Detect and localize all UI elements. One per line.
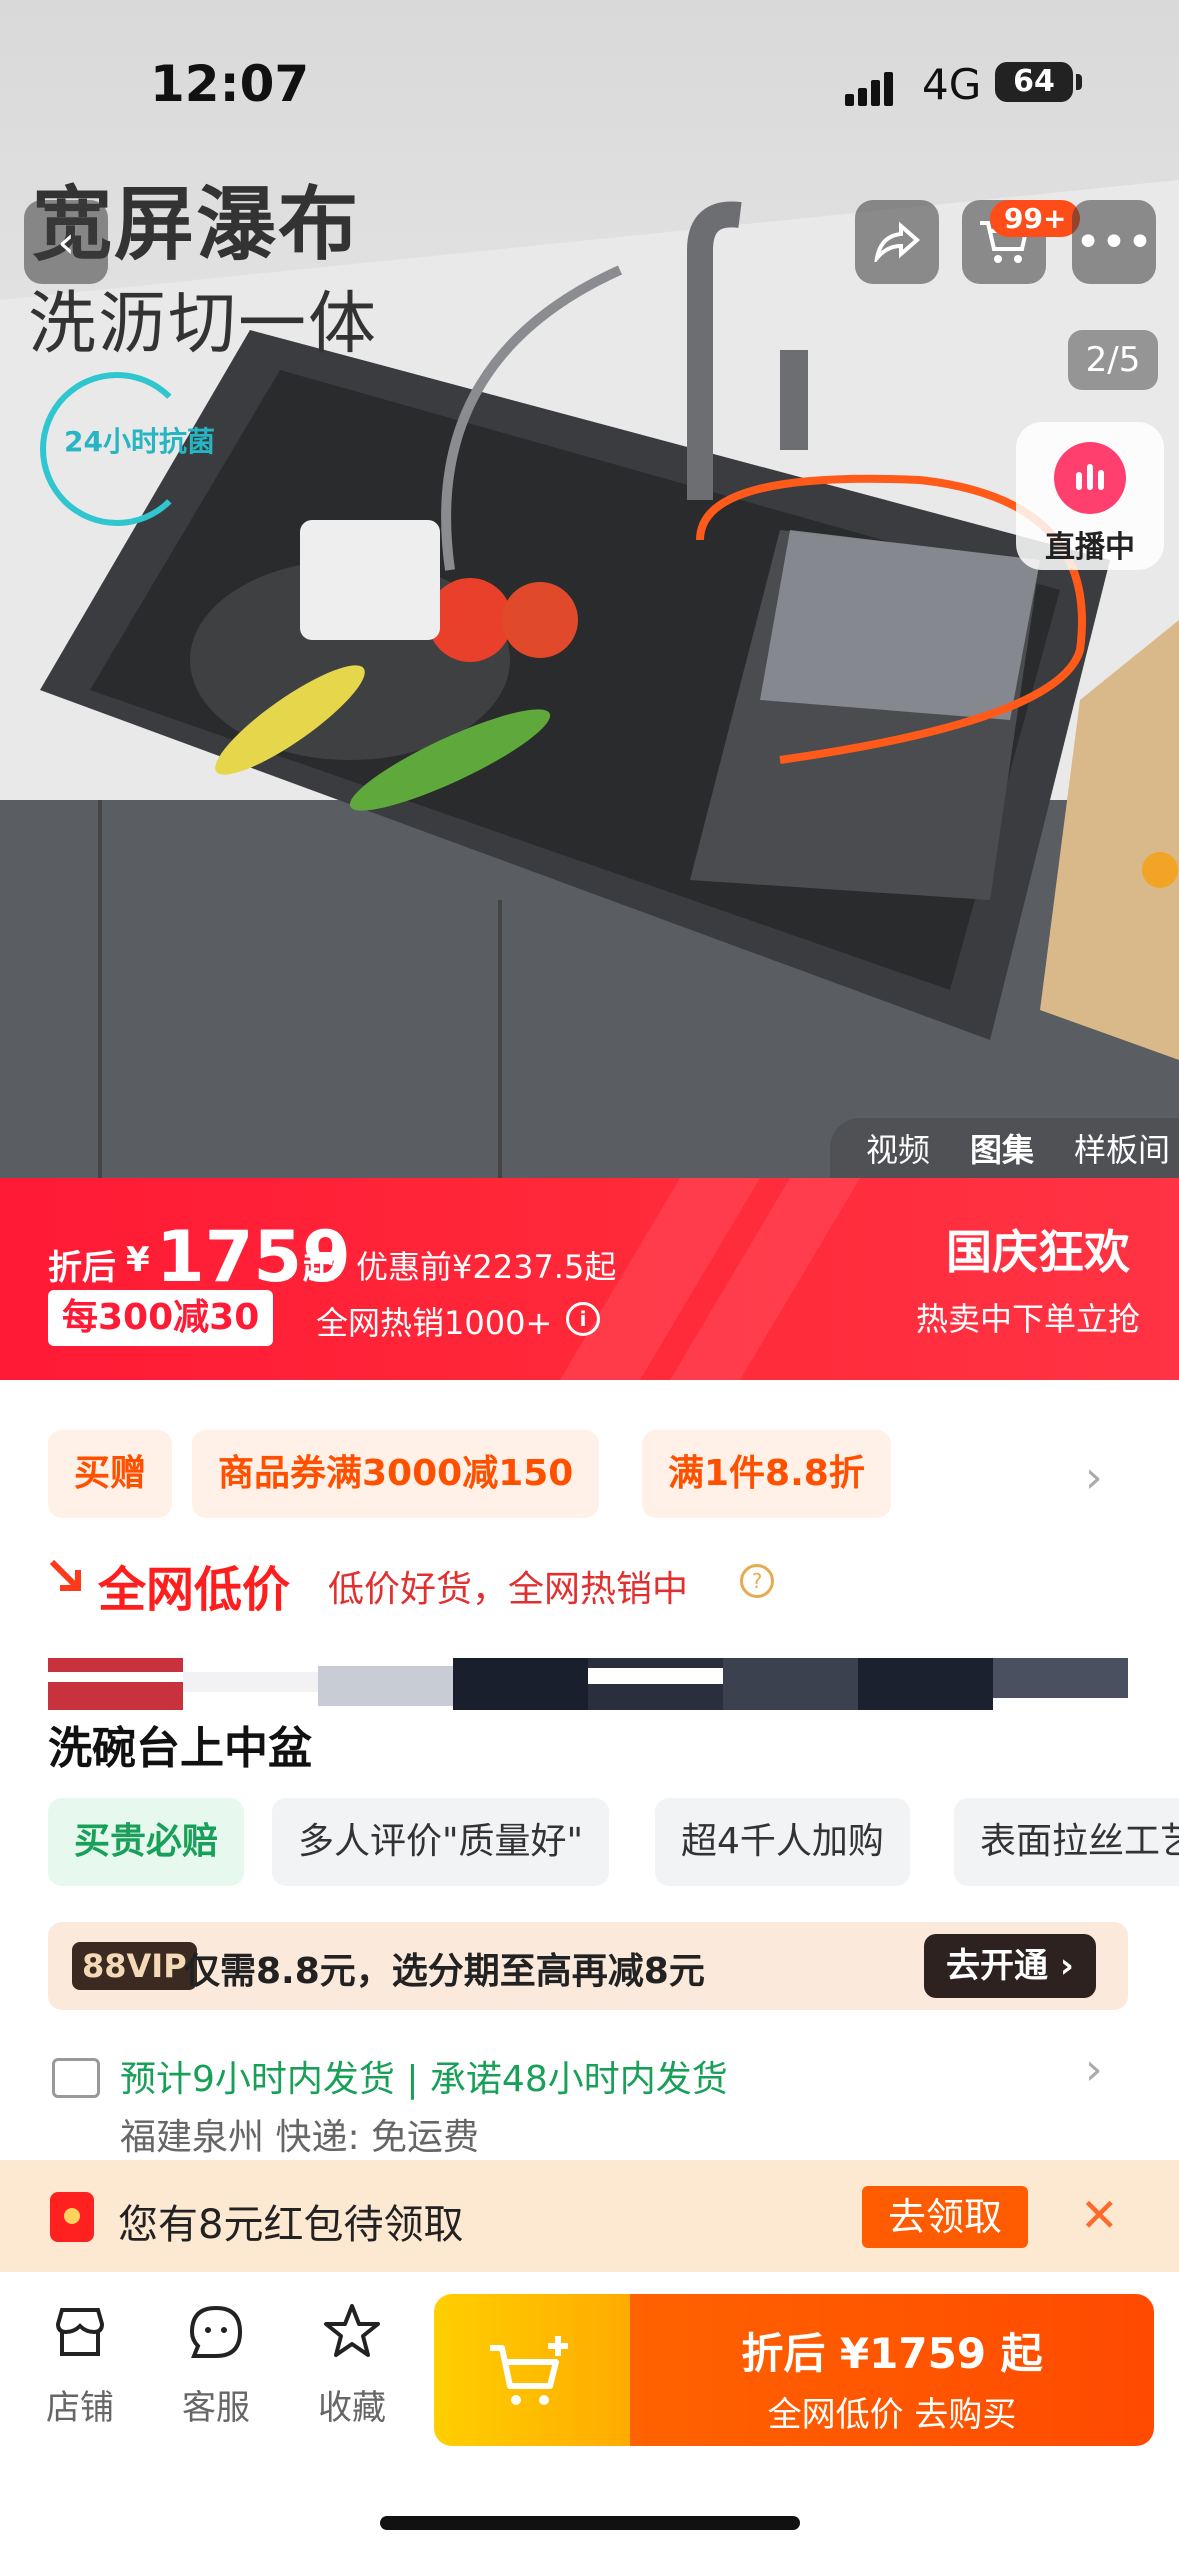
- promo-original-price: 优惠前¥2237.5起: [356, 1248, 617, 1286]
- lowprice-title: 全网低价: [98, 1562, 291, 1618]
- red-packet-bar: 您有8元红包待领取 去领取 ✕: [0, 2160, 1179, 2272]
- battery-tip: [1076, 74, 1082, 90]
- tag-add-to-cart-count[interactable]: 超4千人加购: [655, 1798, 910, 1886]
- more-button[interactable]: •••: [1072, 200, 1156, 284]
- favorite-label: 收藏: [318, 2388, 386, 2428]
- offer-gift[interactable]: 买赠: [48, 1430, 173, 1518]
- vip-logo: 88VIP: [72, 1942, 197, 1990]
- battery-icon: 64: [995, 62, 1073, 102]
- share-button[interactable]: [855, 200, 939, 284]
- network-type: 4G: [922, 60, 982, 109]
- media-tabs: 视频 图集 样板间: [830, 1118, 1179, 1178]
- vip-activate-button[interactable]: 去开通 ›: [924, 1934, 1096, 1998]
- shipping-promise[interactable]: 预计9小时内发货 | 承诺48小时内发货: [120, 2050, 728, 2102]
- more-dots-icon: •••: [1075, 216, 1153, 268]
- status-bar: 12:07 4G 64: [0, 0, 1179, 140]
- live-stream-button[interactable]: 直播中: [1016, 422, 1164, 570]
- promo-prefix: 折后: [48, 1248, 116, 1288]
- chevron-right-icon[interactable]: ›: [1085, 2044, 1103, 2095]
- chat-face-icon: [189, 2305, 243, 2358]
- vip-offer-bar[interactable]: 88VIP 仅需8.8元，选分期至高再减8元 去开通 ›: [48, 1922, 1128, 2010]
- tag-price-guarantee[interactable]: 买贵必赔: [48, 1798, 245, 1886]
- home-indicator: [380, 2516, 800, 2530]
- promo-hot-sales: 全网热销1000+: [316, 1304, 553, 1342]
- shop-button[interactable]: 店铺: [30, 2302, 130, 2429]
- red-packet-text: 您有8元红包待领取: [118, 2202, 464, 2248]
- tab-showroom[interactable]: 样板间: [1074, 1125, 1170, 1171]
- shop-icon: [55, 2308, 105, 2356]
- tag-quality-review[interactable]: 多人评价"质量好": [272, 1798, 610, 1886]
- chevron-right-icon[interactable]: ›: [1085, 1452, 1103, 1503]
- offer-coupon[interactable]: 商品券满3000减150: [192, 1430, 600, 1518]
- clock: 12:07: [150, 55, 310, 113]
- pixelated-block: [48, 1658, 1128, 1710]
- add-to-cart-icon: [490, 2336, 568, 2405]
- close-icon[interactable]: ✕: [1080, 2188, 1119, 2242]
- shipping-origin: 福建泉州 快递: 免运费: [120, 2117, 480, 2158]
- vip-offer-text: 仅需8.8元，选分期至高再减8元: [184, 1951, 705, 1992]
- page-indicator: 2/5: [1068, 330, 1158, 390]
- tab-video[interactable]: 视频: [866, 1125, 930, 1171]
- info-icon[interactable]: i: [566, 1302, 600, 1336]
- red-envelope-icon: [50, 2192, 94, 2242]
- promo-event-title: 国庆狂欢: [946, 1225, 1130, 1279]
- promo-currency: ¥: [126, 1240, 150, 1280]
- buy-subtitle: 全网低价 去购买: [767, 2395, 1017, 2435]
- trend-down-icon: [49, 1559, 81, 1591]
- star-icon: [324, 2304, 380, 2357]
- antibacterial-badge-text: 24小时抗菌: [64, 425, 215, 458]
- product-image-gallery[interactable]: 12:07 4G 64 宽屏瀑布 洗沥切一体 24小时抗菌 ‹ 99+ ••• …: [0, 0, 1179, 1178]
- tag-surface-finish[interactable]: 表面拉丝工艺: [954, 1798, 1179, 1886]
- claim-red-packet-button[interactable]: 去领取: [862, 2186, 1028, 2248]
- shop-label: 店铺: [46, 2388, 114, 2428]
- add-to-cart-button[interactable]: [434, 2294, 630, 2446]
- tab-gallery[interactable]: 图集: [970, 1125, 1034, 1171]
- buy-now-button[interactable]: 折后 ¥1759 起 全网低价 去购买: [630, 2294, 1154, 2446]
- promo-coupon-badge: 每300减30: [48, 1290, 274, 1346]
- share-icon: [874, 222, 921, 262]
- favorite-button[interactable]: 收藏: [302, 2302, 402, 2429]
- cart-count-badge: 99+: [990, 200, 1081, 237]
- product-title: 洗碗台上中盆: [48, 1723, 312, 1774]
- promo-banner: 折后 1759 ¥ 起 优惠前¥2237.5起 每300减30 全网热销1000…: [0, 1178, 1179, 1380]
- chevron-left-icon: ‹: [57, 216, 75, 268]
- help-icon[interactable]: ?: [740, 1564, 774, 1598]
- buy-price: 折后 ¥1759 起: [741, 2329, 1043, 2378]
- red-envelope-seal: [64, 2208, 80, 2224]
- customer-service-label: 客服: [182, 2388, 250, 2428]
- truck-icon: [52, 2058, 100, 2098]
- bottom-action-bar: 店铺 客服 收藏 折后 ¥1759 起 全网低价 去购买: [0, 2272, 1179, 2556]
- offer-discount[interactable]: 满1件8.8折: [642, 1430, 891, 1518]
- product-info: 买赠 商品券满3000减150 满1件8.8折 › 全网低价 低价好货，全网热销…: [0, 1380, 1179, 2160]
- lowprice-desc: 低价好货，全网热销中: [328, 1569, 689, 1610]
- promo-event-subtitle: 热卖中下单立抢: [916, 1300, 1141, 1338]
- signal-icon: [845, 70, 893, 106]
- promo-price-suffix: 起: [303, 1248, 336, 1286]
- customer-service-button[interactable]: 客服: [166, 2302, 266, 2429]
- back-button[interactable]: ‹: [24, 200, 108, 284]
- live-bars-icon: [1054, 442, 1126, 514]
- live-label: 直播中: [1045, 530, 1135, 565]
